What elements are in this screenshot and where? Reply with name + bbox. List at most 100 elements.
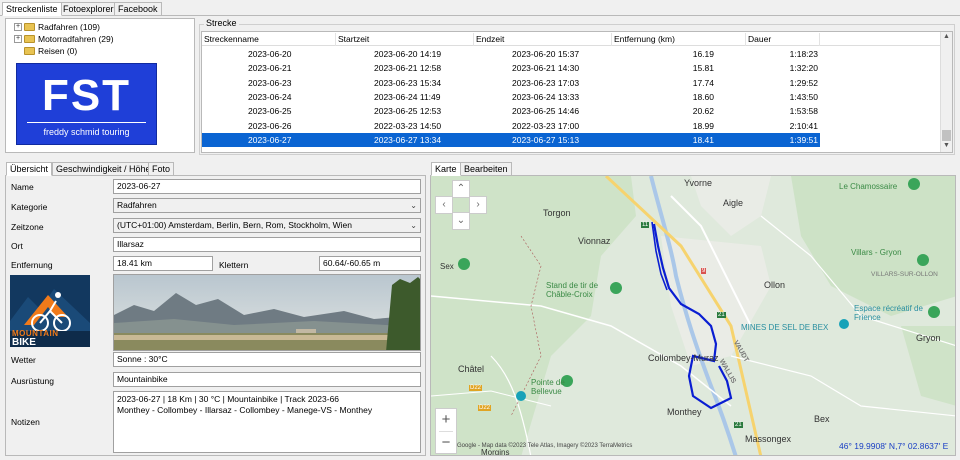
tab-uebersicht[interactable]: Übersicht (6, 162, 53, 176)
map-label-espace-recreatif: Espace récréatif de Frience (854, 304, 923, 322)
table-row[interactable]: 2023-06-23 2023-06-23 15:34 2023-06-23 17:… (202, 76, 820, 90)
map-label-gryon: Gryon (916, 333, 941, 343)
map-label-mines-de-sel: MINES DE SEL DE BEX (741, 323, 829, 332)
table-row[interactable]: 2023-06-26 2022-03-23 14:50 2022-03-23 17:… (202, 119, 820, 133)
column-header-streckenname[interactable]: Streckenname (202, 33, 336, 46)
category-tree: + Radfahren (109) + Motorradfahren (29) Re… (5, 18, 195, 153)
zeitzone-select[interactable]: (UTC+01:00) Amsterdam, Berlin, Bern, Rom… (113, 218, 421, 233)
map-label-sex: Sex (440, 262, 454, 271)
table-scrollbar[interactable]: ▲ ▼ (940, 32, 952, 152)
pan-right-icon[interactable]: › (469, 196, 487, 214)
table-cell: 18.60 (692, 91, 714, 102)
table-cell: 2023-06-21 14:30 (512, 63, 580, 74)
map-label-vionnaz: Vionnaz (578, 236, 611, 246)
map-label-stand-de-tir: Stand de tir de Châble-Croix (546, 281, 599, 299)
tab-karte[interactable]: Karte (431, 162, 461, 176)
road-shield: D22 (469, 385, 483, 391)
map-pan-control: ⌃ ‹ › ⌄ (435, 180, 487, 230)
pan-down-icon[interactable]: ⌄ (452, 212, 470, 230)
table-cell: 2023-06-21 (248, 63, 292, 74)
table-cell: 2023-06-23 17:03 (512, 77, 580, 88)
tab-fotoexplorer[interactable]: Fotoexplorer (59, 2, 118, 16)
zoom-control: + − (435, 408, 457, 454)
tab-geschwindigkeit-hoehe[interactable]: Geschwindigkeit / Höhe (52, 162, 155, 176)
tab-facebook[interactable]: Facebook (114, 2, 162, 16)
klettern-label: Klettern (219, 260, 249, 270)
entfernung-field[interactable]: 18.41 km (113, 256, 213, 271)
table-cell: 1:39:51 (789, 134, 818, 145)
table-row[interactable]: 2023-06-25 2023-06-25 12:53 2023-06-25 14:… (202, 104, 820, 118)
table-cell: 2023-06-26 (248, 120, 292, 131)
road-shield: 11 (641, 222, 650, 228)
ausruestung-field[interactable]: Mountainbike (113, 372, 421, 387)
map-view[interactable]: Yvorne Le Chamossaire Aigle Torgon Vionn… (430, 175, 956, 456)
folder-icon (24, 22, 35, 31)
road-shield: 21 (734, 422, 743, 428)
scroll-thumb[interactable] (942, 130, 951, 141)
column-header-dauer[interactable]: Dauer (746, 33, 820, 46)
map-label-villars-gryon: Villars - Gryon (851, 248, 902, 257)
wetter-label: Wetter (11, 355, 36, 365)
road-shield: 9 (701, 268, 707, 274)
map-label-bex: Bex (814, 414, 830, 424)
map-label-chamossaire: Le Chamossaire (839, 182, 898, 191)
track-photo[interactable] (113, 274, 421, 351)
chevron-down-icon: ⌄ (410, 201, 417, 210)
table-cell: 2022-03-23 14:50 (374, 120, 442, 131)
table-cell: 2023-06-25 12:53 (374, 106, 442, 117)
table-cell: 18.41 (692, 134, 714, 145)
table-cell: 15.81 (692, 63, 714, 74)
logo-subtitle: freddy schmid touring (43, 127, 130, 137)
table-cell: 2023-06-20 14:19 (374, 49, 442, 59)
map-coordinates: 46° 19.9908' N,7° 02.8637' E (839, 441, 949, 451)
table-row[interactable]: 2023-06-27 2023-06-27 13:34 2023-06-27 15:… (202, 132, 820, 147)
column-header-startzeit[interactable]: Startzeit (336, 33, 474, 46)
table-cell: 2023-06-23 (248, 77, 292, 88)
ort-field[interactable]: Illarsaz (113, 237, 421, 252)
pan-left-icon[interactable]: ‹ (435, 196, 453, 214)
table-cell: 2023-06-27 (248, 134, 292, 145)
folder-icon (24, 46, 35, 55)
notizen-line: Monthey - Collombey - Illarsaz - Collomb… (117, 405, 373, 415)
zeitzone-value: (UTC+01:00) Amsterdam, Berlin, Bern, Rom… (117, 220, 353, 230)
zoom-out-button[interactable]: − (436, 432, 456, 454)
table-header: Streckenname Startzeit Endzeit Entfernun… (202, 33, 942, 46)
tab-streckenliste[interactable]: Streckenliste (2, 2, 62, 16)
map-label-chatel: Châtel (458, 364, 485, 374)
notizen-line: 2023-06-27 | 18 Km | 30 °C | Mountainbik… (117, 394, 340, 404)
table-cell: 20.62 (692, 106, 714, 117)
pan-up-icon[interactable]: ⌃ (452, 180, 470, 198)
klettern-field[interactable]: 60.64/-60.65 m (319, 256, 421, 271)
ort-label: Ort (11, 241, 23, 251)
kategorie-select[interactable]: Radfahren ⌄ (113, 198, 421, 213)
scroll-up-icon[interactable]: ▲ (943, 33, 950, 40)
tab-bearbeiten[interactable]: Bearbeiten (460, 162, 512, 176)
tree-item-radfahren[interactable]: + Radfahren (109) (14, 21, 100, 33)
expand-icon[interactable]: + (14, 34, 22, 43)
name-field[interactable]: 2023-06-27 (113, 179, 421, 194)
expand-icon[interactable]: + (14, 22, 22, 31)
tab-foto[interactable]: Foto (148, 162, 175, 176)
tree-item-motorradfahren[interactable]: + Motorradfahren (29) (14, 33, 114, 45)
table-cell: 18.99 (692, 120, 714, 131)
notizen-textarea[interactable]: 2023-06-27 | 18 Km | 30 °C | Mountainbik… (113, 391, 421, 453)
table-cell: 2023-06-20 (248, 49, 292, 59)
zoom-in-button[interactable]: + (436, 409, 456, 431)
table-cell: 1:18:23 (789, 49, 818, 59)
table-row[interactable]: 2023-06-21 2023-06-21 12:58 2023-06-21 14:… (202, 61, 820, 75)
tree-item-reisen[interactable]: Reisen (0) (24, 45, 77, 57)
scroll-down-icon[interactable]: ▼ (943, 142, 950, 149)
table-cell: 17.74 (692, 77, 714, 88)
tree-item-label: Reisen (0) (38, 46, 78, 56)
column-header-entfernung[interactable]: Entfernung (km) (612, 33, 746, 46)
table-cell: 2:10:41 (789, 120, 818, 131)
map-label-pointe-de-bellevue: Pointe de Bellevue (531, 378, 565, 396)
column-header-endzeit[interactable]: Endzeit (474, 33, 612, 46)
wetter-field[interactable]: Sonne : 30°C (113, 352, 421, 367)
logo-rule (27, 122, 146, 123)
table-cell: 2022-03-23 17:00 (512, 120, 580, 131)
table-row[interactable]: 2023-06-24 2023-06-24 11:49 2023-06-24 13:… (202, 90, 820, 104)
badge-text-bike: BIKE (12, 337, 36, 348)
table-row[interactable]: 2023-06-20 2023-06-20 14:19 2023-06-20 15:… (202, 47, 820, 61)
table-cell: 2023-06-23 15:34 (374, 77, 442, 88)
